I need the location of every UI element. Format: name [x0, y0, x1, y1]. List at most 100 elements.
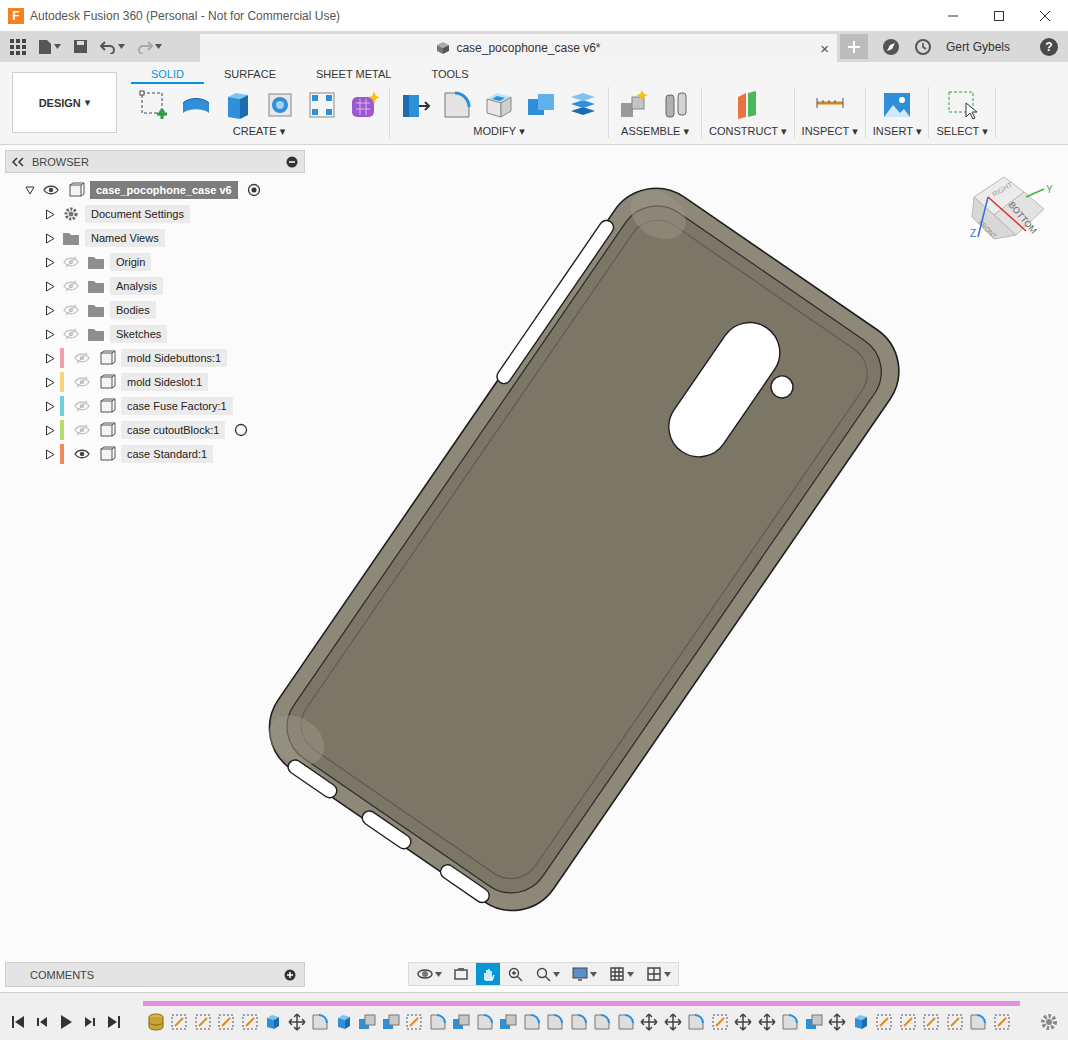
browser-item[interactable]: case Fuse Factory:1 [5, 394, 305, 418]
expand-icon[interactable] [45, 281, 55, 292]
expand-icon[interactable] [45, 425, 55, 436]
visibility-toggle[interactable] [60, 280, 82, 292]
timeline-feature[interactable] [427, 1011, 449, 1033]
timeline-feature[interactable] [662, 1011, 684, 1033]
timeline-feature[interactable] [286, 1011, 308, 1033]
visibility-toggle[interactable] [60, 304, 82, 316]
timeline-feature[interactable] [592, 1011, 614, 1033]
tool-button[interactable] [220, 87, 256, 123]
tree-toggle[interactable] [43, 233, 57, 244]
item-label[interactable]: Origin [110, 253, 151, 271]
tool-group-menu[interactable]: CREATE▾ [233, 125, 285, 138]
expand-icon[interactable] [45, 305, 55, 316]
combine-feature-icon[interactable] [358, 1013, 376, 1031]
eye-icon[interactable] [74, 448, 90, 460]
redo-button[interactable] [137, 40, 162, 54]
nav-button[interactable] [476, 963, 500, 985]
tree-toggle[interactable] [43, 377, 57, 388]
tool-button[interactable] [136, 87, 172, 123]
browser-item[interactable]: Document Settings [5, 202, 305, 226]
browser-item[interactable]: case Standard:1 [5, 442, 305, 466]
sketch-feature-icon[interactable] [875, 1013, 893, 1031]
sketch-feature-icon[interactable] [241, 1013, 259, 1031]
timeline-feature[interactable] [803, 1011, 825, 1033]
timeline-feature[interactable] [380, 1011, 402, 1033]
tree-toggle[interactable] [43, 305, 57, 316]
tool-button[interactable] [262, 87, 298, 123]
close-button[interactable] [1022, 0, 1068, 31]
timeline-feature[interactable] [733, 1011, 755, 1033]
item-label[interactable]: Named Views [85, 229, 165, 247]
tool-button[interactable] [178, 87, 214, 123]
ribbon-tab[interactable]: SURFACE [204, 65, 296, 84]
data-panel-icon[interactable] [10, 39, 26, 55]
hidden-eye-icon[interactable] [63, 328, 79, 340]
combine-feature-icon[interactable] [382, 1013, 400, 1031]
timeline-feature[interactable] [474, 1011, 496, 1033]
tree-toggle[interactable] [43, 449, 57, 460]
collapse-icon[interactable] [25, 185, 35, 196]
timeline-feature[interactable] [145, 1011, 167, 1033]
item-label[interactable]: mold Sideslot:1 [121, 373, 208, 391]
tree-toggle[interactable] [23, 185, 37, 196]
timeline-feature[interactable] [239, 1011, 261, 1033]
expand-icon[interactable] [45, 353, 55, 364]
tree-toggle[interactable] [43, 353, 57, 364]
item-label[interactable]: Bodies [110, 301, 156, 319]
ribbon-tab[interactable]: SOLID [131, 65, 204, 84]
timeline-feature[interactable] [780, 1011, 802, 1033]
collapse-panel-icon[interactable] [12, 157, 24, 167]
add-comment-icon[interactable] [284, 969, 296, 981]
fillet-feature-icon[interactable] [429, 1013, 447, 1031]
fillet-feature-icon[interactable] [687, 1013, 705, 1031]
combine-feature-icon[interactable] [499, 1013, 517, 1031]
fillet-feature-icon[interactable] [781, 1013, 799, 1031]
tool-button[interactable] [304, 87, 340, 123]
expand-icon[interactable] [45, 329, 55, 340]
timeline-feature[interactable] [756, 1011, 778, 1033]
extrude-feature-icon[interactable] [264, 1013, 282, 1031]
activate-marker[interactable] [247, 183, 261, 197]
fillet-feature-icon[interactable] [476, 1013, 494, 1031]
tool-button[interactable] [565, 87, 601, 123]
timeline-feature[interactable] [216, 1011, 238, 1033]
item-label[interactable]: case cutoutBlock:1 [121, 421, 225, 439]
ribbon-tab[interactable]: SHEET METAL [296, 65, 411, 84]
nav-button[interactable] [604, 963, 638, 985]
undo-button[interactable] [100, 40, 125, 54]
nav-button[interactable] [530, 963, 564, 985]
view-cube-icon[interactable]: RIGHTBOTTOMFRONTYZ [964, 167, 1060, 257]
hidden-eye-icon[interactable] [63, 280, 79, 292]
visibility-toggle[interactable] [71, 448, 93, 460]
browser-item[interactable]: Bodies [5, 298, 305, 322]
expand-icon[interactable] [45, 233, 55, 244]
file-menu[interactable] [38, 39, 61, 55]
timeline-feature[interactable] [991, 1011, 1013, 1033]
visibility-toggle[interactable] [60, 256, 82, 268]
tool-button[interactable] [439, 87, 475, 123]
item-label[interactable]: case Standard:1 [121, 445, 213, 463]
item-label[interactable]: Document Settings [85, 205, 190, 223]
workspace-switcher[interactable]: DESIGN▾ [12, 72, 117, 133]
active-target-icon[interactable] [247, 183, 261, 197]
timeline-feature[interactable] [897, 1011, 919, 1033]
play-icon[interactable] [58, 1014, 74, 1030]
timeline-feature[interactable] [968, 1011, 990, 1033]
hidden-eye-icon[interactable] [74, 376, 90, 388]
sketch-feature-icon[interactable] [217, 1013, 235, 1031]
hidden-eye-icon[interactable] [74, 352, 90, 364]
component-feature-icon[interactable] [147, 1013, 165, 1031]
sketch-feature-icon[interactable] [194, 1013, 212, 1031]
hidden-eye-icon[interactable] [63, 304, 79, 316]
move-feature-icon[interactable] [288, 1013, 306, 1031]
document-tab[interactable]: case_pocophone_case v6*× [200, 34, 837, 62]
eye-icon[interactable] [43, 184, 59, 196]
tree-toggle[interactable] [43, 257, 57, 268]
minimize-button[interactable] [930, 0, 976, 31]
timeline-feature[interactable] [169, 1011, 191, 1033]
activate-circle-icon[interactable] [234, 423, 248, 437]
tool-button[interactable] [397, 87, 433, 123]
nav-button[interactable] [567, 963, 601, 985]
timeline-feature[interactable] [357, 1011, 379, 1033]
visibility-toggle[interactable] [71, 400, 93, 412]
